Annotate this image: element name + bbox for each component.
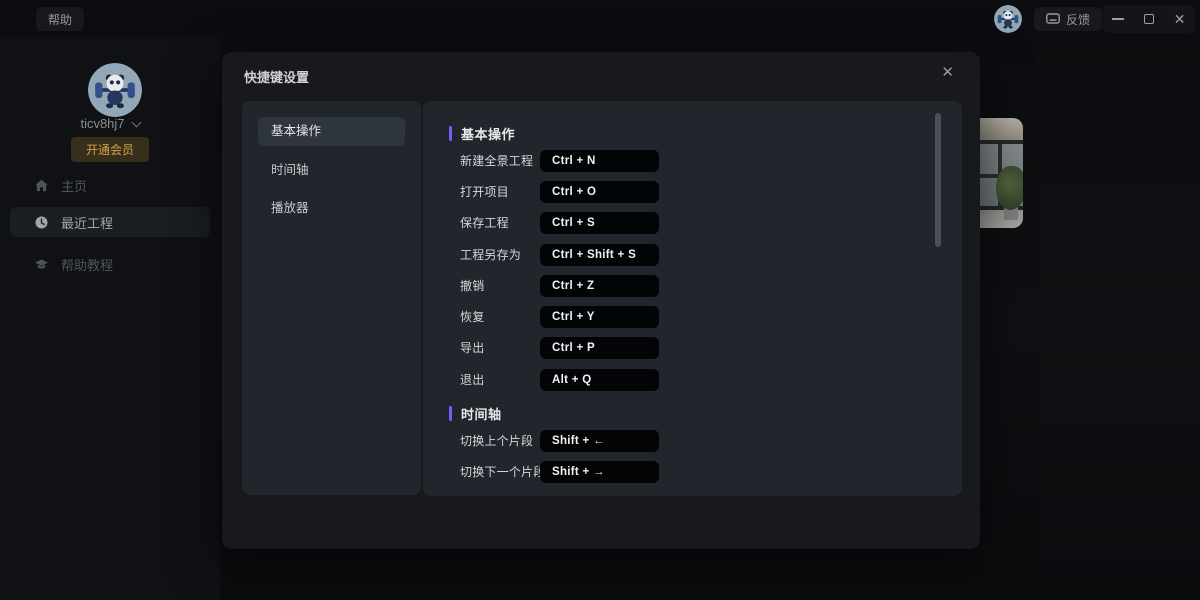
shortcut-row: 退出 Alt + Q — [423, 369, 962, 391]
sidebar-item-recent-projects[interactable]: 最近工程 — [10, 207, 210, 237]
content-scrollbar[interactable] — [935, 113, 941, 247]
shortcut-key-field[interactable]: Ctrl + N — [540, 150, 659, 172]
shortcut-key-field[interactable]: Ctrl + O — [540, 181, 659, 203]
user-avatar-small[interactable] — [994, 5, 1022, 33]
graduation-cap-icon — [34, 257, 49, 272]
shortcut-label: 工程另存为 — [460, 244, 521, 266]
shortcut-row: 恢复 Ctrl + Y — [423, 306, 962, 328]
panda-avatar-icon — [88, 63, 142, 117]
shortcut-label: 恢复 — [460, 306, 484, 328]
panda-avatar-icon — [994, 5, 1022, 33]
shortcut-row: 切换下一个片段 Shift + → — [423, 461, 962, 483]
feedback-button[interactable]: 反馈 — [1034, 7, 1102, 31]
dialog-nav-panel: 基本操作 时间轴 播放器 — [242, 101, 421, 495]
section-header-timeline: 时间轴 — [449, 404, 502, 423]
shortcut-key-field[interactable]: Ctrl + Shift + S — [540, 244, 659, 266]
feedback-label: 反馈 — [1066, 11, 1090, 28]
help-menu-label: 帮助 — [48, 11, 72, 28]
dialog-close-button[interactable]: ✕ — [941, 63, 954, 81]
shortcut-row: 打开项目 Ctrl + O — [423, 181, 962, 203]
dialog-nav-basic-operations[interactable]: 基本操作 — [258, 117, 405, 146]
shortcut-label: 导出 — [460, 337, 484, 359]
user-avatar-large[interactable] — [88, 63, 142, 117]
shortcut-settings-dialog: 快捷键设置 ✕ 基本操作 时间轴 播放器 基本操作 新建全景工程 Ctrl + … — [222, 52, 980, 549]
chevron-down-icon — [131, 118, 141, 128]
shortcut-label: 切换下一个片段 — [460, 461, 545, 483]
shortcut-row: 新建全景工程 Ctrl + N — [423, 150, 962, 172]
shortcut-row: 工程另存为 Ctrl + Shift + S — [423, 244, 962, 266]
shortcut-row: 保存工程 Ctrl + S — [423, 212, 962, 234]
section-title: 基本操作 — [461, 124, 515, 143]
sidebar-item-label: 主页 — [61, 176, 87, 195]
nav-item-label: 播放器 — [271, 201, 309, 215]
username-label: ticv8hj7 — [80, 116, 124, 131]
maximize-button[interactable] — [1135, 5, 1163, 33]
shortcut-label: 切换上个片段 — [460, 430, 533, 452]
sidebar-item-home[interactable]: 主页 — [10, 170, 210, 200]
shortcut-key-field[interactable]: Shift + → — [540, 461, 659, 483]
shortcut-label: 退出 — [460, 369, 484, 391]
home-icon — [34, 178, 49, 193]
shortcut-key-field[interactable]: Shift + ← — [540, 430, 659, 452]
username-dropdown[interactable]: ticv8hj7 — [0, 116, 220, 131]
shortcut-label: 撤销 — [460, 275, 484, 297]
section-header-basic-operations: 基本操作 — [449, 124, 515, 143]
membership-label: 开通会员 — [86, 143, 134, 157]
thumbnail-ceiling — [980, 118, 1023, 140]
dialog-content-panel: 基本操作 新建全景工程 Ctrl + N 打开项目 Ctrl + O 保存工程 … — [423, 101, 962, 496]
shortcut-row: 切换上个片段 Shift + ← — [423, 430, 962, 452]
sidebar-item-help-tutorials[interactable]: 帮助教程 — [10, 249, 210, 279]
recent-project-thumbnail[interactable] — [980, 118, 1023, 228]
shortcut-label: 打开项目 — [460, 181, 509, 203]
nav-item-label: 基本操作 — [271, 124, 321, 138]
window-controls: ✕ — [1103, 5, 1195, 33]
sidebar-item-label: 帮助教程 — [61, 255, 113, 274]
clock-icon — [34, 215, 49, 230]
dialog-title: 快捷键设置 — [244, 67, 309, 86]
minimize-icon — [1112, 18, 1124, 20]
thumbnail-plant — [996, 166, 1023, 210]
accent-bar-icon — [449, 406, 452, 421]
close-window-icon: ✕ — [1174, 12, 1186, 26]
shortcut-key-field[interactable]: Ctrl + Z — [540, 275, 659, 297]
shortcut-key-field[interactable]: Ctrl + Y — [540, 306, 659, 328]
section-title: 时间轴 — [461, 404, 502, 423]
help-menu-button[interactable]: 帮助 — [36, 7, 84, 31]
maximize-icon — [1144, 14, 1154, 24]
shortcut-key-field[interactable]: Ctrl + S — [540, 212, 659, 234]
accent-bar-icon — [449, 126, 452, 141]
close-window-button[interactable]: ✕ — [1166, 5, 1194, 33]
thumbnail-beam — [980, 140, 1023, 144]
shortcut-label: 新建全景工程 — [460, 150, 533, 172]
shortcut-row: 撤销 Ctrl + Z — [423, 275, 962, 297]
open-membership-button[interactable]: 开通会员 — [71, 137, 149, 162]
title-bar: 帮助 反馈 ✕ — [0, 0, 1200, 38]
feedback-chat-icon — [1046, 13, 1060, 25]
shortcut-key-field[interactable]: Ctrl + P — [540, 337, 659, 359]
shortcut-label: 保存工程 — [460, 212, 509, 234]
shortcut-key-field[interactable]: Alt + Q — [540, 369, 659, 391]
sidebar-item-label: 最近工程 — [61, 213, 113, 232]
dialog-nav-player[interactable]: 播放器 — [258, 194, 405, 223]
minimize-button[interactable] — [1104, 5, 1132, 33]
nav-item-label: 时间轴 — [271, 163, 309, 177]
dialog-nav-timeline[interactable]: 时间轴 — [258, 156, 405, 185]
sidebar: ticv8hj7 开通会员 主页 最近工程 帮助教程 — [0, 38, 220, 600]
shortcut-row: 导出 Ctrl + P — [423, 337, 962, 359]
